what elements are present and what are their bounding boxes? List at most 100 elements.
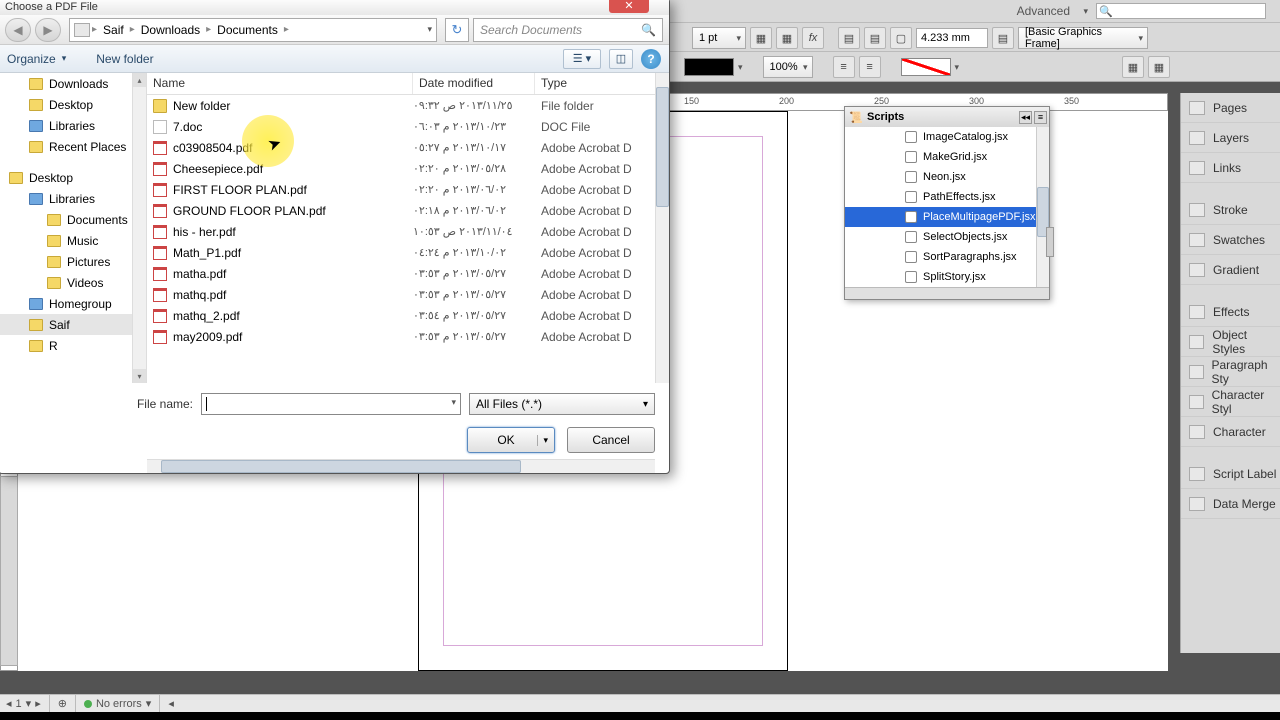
column-name[interactable]: Name <box>147 73 413 94</box>
panel-resize-grip[interactable] <box>1046 227 1054 257</box>
tree-item[interactable]: Downloads <box>0 73 146 94</box>
measure-input[interactable]: 4.233 mm <box>916 28 988 48</box>
tree-item[interactable]: Desktop <box>0 94 146 115</box>
toolbar-icon[interactable]: ▦ <box>776 27 798 49</box>
toolbar-icon[interactable]: ▤ <box>992 27 1014 49</box>
script-item[interactable]: SplitStory.jsx <box>845 267 1049 287</box>
toolbar-icon[interactable]: ▦ <box>1148 56 1170 78</box>
page-number[interactable]: 1 <box>16 698 22 710</box>
view-mode-button[interactable]: ☰ ▾ <box>563 49 601 69</box>
zoom-combo[interactable]: 100% <box>763 56 813 78</box>
panel-tab-paragraph-sty[interactable]: Paragraph Sty <box>1181 357 1280 387</box>
script-item[interactable]: MakeGrid.jsx <box>845 147 1049 167</box>
object-style-combo[interactable]: [Basic Graphics Frame] <box>1018 27 1148 49</box>
fill-none-swatch[interactable] <box>901 58 951 76</box>
left-toolbox[interactable] <box>0 476 18 666</box>
organize-button[interactable]: Organize <box>7 52 66 66</box>
text-wrap-icon[interactable]: ▢ <box>890 27 912 49</box>
file-name-input[interactable] <box>201 393 461 415</box>
file-row[interactable]: mathq.pdf٢٠١٣/٠٥/٢٧ م ٠٣:٥٣Adobe Acrobat… <box>147 284 655 305</box>
stroke-color-swatch[interactable] <box>684 58 734 76</box>
new-folder-button[interactable]: New folder <box>96 52 153 66</box>
toolbar-icon[interactable]: ▦ <box>750 27 772 49</box>
panel-menu-icon[interactable]: ≡ <box>1034 111 1047 124</box>
filelist-scrollbar[interactable] <box>655 73 669 383</box>
tree-item[interactable]: Libraries <box>0 188 146 209</box>
tree-item[interactable]: Recent Places <box>0 136 146 157</box>
script-item[interactable]: ImageCatalog.jsx <box>845 127 1049 147</box>
text-wrap-icon[interactable]: ▤ <box>864 27 886 49</box>
panel-collapse-icon[interactable]: ◂◂ <box>1019 111 1032 124</box>
file-row[interactable]: may2009.pdf٢٠١٣/٠٥/٢٧ م ٠٣:٥٣Adobe Acrob… <box>147 326 655 347</box>
tree-item[interactable]: Saif <box>0 314 146 335</box>
file-row[interactable]: matha.pdf٢٠١٣/٠٥/٢٧ م ٠٣:٥٣Adobe Acrobat… <box>147 263 655 284</box>
panel-tab-layers[interactable]: Layers <box>1181 123 1280 153</box>
file-row[interactable]: mathq_2.pdf٢٠١٣/٠٥/٢٧ م ٠٣:٥٤Adobe Acrob… <box>147 305 655 326</box>
column-date[interactable]: Date modified <box>413 73 535 94</box>
tree-item[interactable]: Libraries <box>0 115 146 136</box>
panel-tab-object-styles[interactable]: Object Styles <box>1181 327 1280 357</box>
panel-tab-gradient[interactable]: Gradient <box>1181 255 1280 285</box>
advanced-workspace-label[interactable]: Advanced <box>1017 4 1070 18</box>
file-row[interactable]: GROUND FLOOR PLAN.pdf٢٠١٣/٠٦/٠٢ م ٠٢:١٨A… <box>147 200 655 221</box>
help-button[interactable]: ? <box>641 49 661 69</box>
folder-tree[interactable]: DownloadsDesktopLibrariesRecent PlacesDe… <box>0 73 147 383</box>
preflight-status[interactable]: No errors <box>96 698 142 710</box>
file-list[interactable]: Name Date modified Type New folder٢٠١٣/١… <box>147 73 669 383</box>
breadcrumb[interactable]: ▸ Saif ▸ Downloads ▸ Documents ▸ <box>69 18 437 42</box>
panel-tab-stroke[interactable]: Stroke <box>1181 195 1280 225</box>
script-item[interactable]: Neon.jsx <box>845 167 1049 187</box>
panel-tab-character-styl[interactable]: Character Styl <box>1181 387 1280 417</box>
panel-tab-links[interactable]: Links <box>1181 153 1280 183</box>
file-type-filter[interactable]: All Files (*.*) <box>469 393 655 415</box>
script-item[interactable]: PlaceMultipagePDF.jsx <box>845 207 1049 227</box>
tree-item[interactable]: Music <box>0 230 146 251</box>
tree-item[interactable]: Homegroup <box>0 293 146 314</box>
filelist-hscrollbar[interactable] <box>147 459 655 473</box>
tree-item[interactable]: Videos <box>0 272 146 293</box>
tree-scrollbar[interactable]: ▴▾ <box>132 73 146 383</box>
panel-tab-swatches[interactable]: Swatches <box>1181 225 1280 255</box>
back-button[interactable]: ◀ <box>5 18 31 42</box>
script-item[interactable]: SelectObjects.jsx <box>845 227 1049 247</box>
app-search-input[interactable]: 🔍 <box>1096 3 1266 19</box>
open-button[interactable]: ⊕ <box>58 695 76 712</box>
tree-item[interactable]: Documents <box>0 209 146 230</box>
ok-button[interactable]: OK <box>467 427 555 453</box>
cancel-button[interactable]: Cancel <box>567 427 655 453</box>
panel-tab-pages[interactable]: Pages <box>1181 93 1280 123</box>
forward-button[interactable]: ▶ <box>35 18 61 42</box>
panel-tab-script-label[interactable]: Script Label <box>1181 459 1280 489</box>
script-item[interactable]: SortParagraphs.jsx <box>845 247 1049 267</box>
panel-tab-effects[interactable]: Effects <box>1181 297 1280 327</box>
stroke-weight-combo[interactable]: 1 pt <box>692 27 746 49</box>
text-wrap-icon[interactable]: ▤ <box>838 27 860 49</box>
tree-item[interactable]: Desktop <box>0 167 146 188</box>
file-row[interactable]: c03908504.pdf٢٠١٣/١٠/١٧ م ٠٥:٢٧Adobe Acr… <box>147 137 655 158</box>
file-row[interactable]: Cheesepiece.pdf٢٠١٣/٠٥/٢٨ م ٠٢:٢٠Adobe A… <box>147 158 655 179</box>
dialog-close-button[interactable]: ✕ <box>609 0 649 13</box>
refresh-button[interactable]: ↻ <box>445 18 469 42</box>
scripts-scrollbar[interactable] <box>1036 127 1049 287</box>
file-row[interactable]: Math_P1.pdf٢٠١٣/١٠/٠٢ م ٠٤:٢٤Adobe Acrob… <box>147 242 655 263</box>
tree-item[interactable]: Pictures <box>0 251 146 272</box>
panel-tab-character[interactable]: Character <box>1181 417 1280 447</box>
preview-pane-button[interactable]: ◫ <box>609 49 633 69</box>
column-type[interactable]: Type <box>535 73 669 94</box>
file-row[interactable]: 7.doc٢٠١٣/١٠/٢٣ م ٠٦:٠٣DOC File <box>147 116 655 137</box>
breadcrumb-dropdown-icon[interactable] <box>423 24 432 35</box>
file-row[interactable]: his - her.pdf٢٠١٣/١١/٠٤ ص ١٠:٥٣Adobe Acr… <box>147 221 655 242</box>
script-item[interactable]: PathEffects.jsx <box>845 187 1049 207</box>
dialog-titlebar[interactable]: Choose a PDF File ✕ <box>0 0 669 15</box>
align-icon[interactable]: ≡ <box>833 56 855 78</box>
toolbar-icon[interactable]: ▦ <box>1122 56 1144 78</box>
panel-tab-data-merge[interactable]: Data Merge <box>1181 489 1280 519</box>
scripts-panel-title[interactable]: 📜 Scripts ◂◂ ≡ <box>845 107 1049 127</box>
file-list-header[interactable]: Name Date modified Type <box>147 73 669 95</box>
align-icon[interactable]: ≡ <box>859 56 881 78</box>
fx-icon[interactable]: fx <box>802 27 824 49</box>
tree-item[interactable]: R <box>0 335 146 356</box>
file-row[interactable]: FIRST FLOOR PLAN.pdf٢٠١٣/٠٦/٠٢ م ٠٢:٢٠Ad… <box>147 179 655 200</box>
dialog-search-input[interactable]: Search Documents 🔍 <box>473 18 663 42</box>
file-row[interactable]: New folder٢٠١٣/١١/٢٥ ص ٠٩:٣٢File folder <box>147 95 655 116</box>
